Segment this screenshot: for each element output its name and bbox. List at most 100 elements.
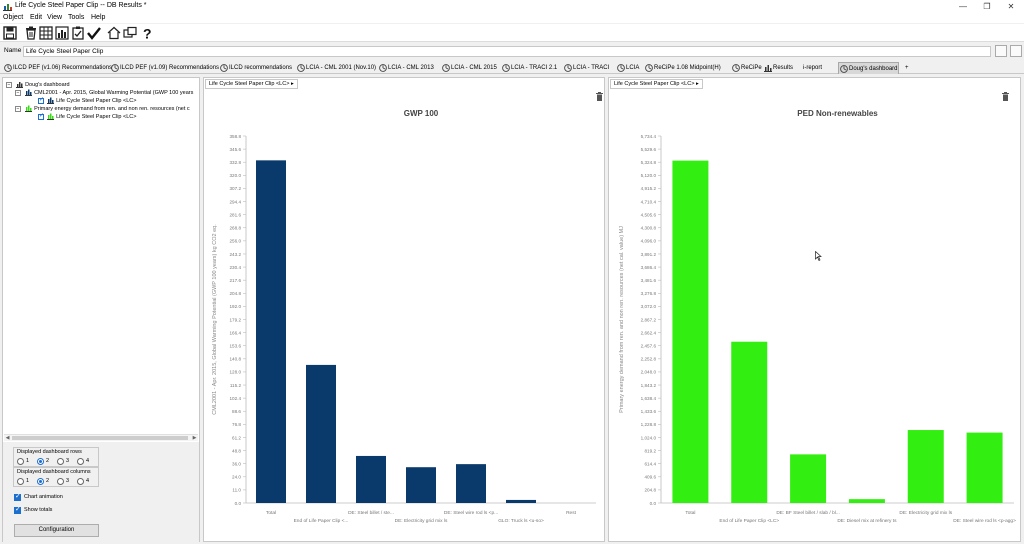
y-tick-label: 48.8 [232,448,241,453]
help-icon[interactable]: ? [140,26,154,42]
rows-radio-1[interactable] [17,458,24,465]
product-selector[interactable]: Life Cycle Steel Paper Clip <LC> ▸ [205,79,298,89]
name-input[interactable]: Life Cycle Steel Paper Clip [23,46,991,57]
y-tick-label: 3,686.4 [641,265,657,270]
delete-icon[interactable] [24,26,38,40]
cols-radio-2[interactable] [37,478,44,485]
menu-help[interactable]: Help [91,14,105,21]
y-tick-label: 3,276.8 [641,291,657,296]
gwp-bar-chart: GWP 100 0.0 11.0 24.0 36.0 48.8 61.2 76.8 88.6 10… [212,109,596,524]
tab-lcia-cml-2001-nov-10[interactable]: LCIA - CML 2001 (Nov.10) [296,62,376,74]
y-tick-label: 4,505.6 [641,212,657,217]
scroll-left-arrow-icon[interactable]: ◀ [4,435,11,442]
y-tick-label: 1,433.6 [641,409,657,414]
tab-lcia[interactable]: LCIA [616,62,639,74]
y-tick-label: 4,096.0 [641,239,657,244]
table-icon[interactable] [39,26,53,40]
scrollbar-thumb[interactable] [12,436,188,440]
chart-bar [848,499,885,503]
save-icon[interactable] [3,26,17,40]
menu-object[interactable]: Object [3,14,23,21]
tab-lcia-cml-2015[interactable]: LCIA - CML 2015 [441,62,497,74]
chart-gauge-icon [840,65,848,73]
tab-results[interactable]: Results [763,62,793,74]
tab-lcia-traci-2-1[interactable]: LCIA - TRACI 2.1 [501,62,557,74]
name-info-button[interactable] [1010,45,1022,57]
menu-view[interactable]: View [47,14,62,21]
y-tick-label: 140.8 [230,357,242,362]
tab-lcia-traci[interactable]: LCIA - TRACI [563,62,609,74]
name-edit-button[interactable] [995,45,1007,57]
application-window: Life Cycle Steel Paper Clip -- DB Result… [0,0,1024,544]
tab-ilcd-pef-v1-09-recommendations[interactable]: ILCD PEF (v1.09) Recommendations [110,62,219,74]
x-tick-label: DE: Steel wire rod ls <p... [444,510,498,516]
chart-bar [306,364,336,503]
x-tick-label: DE: Steel billet / ste... [348,510,394,516]
bar-chart-icon[interactable] [55,26,69,40]
y-tick-label: 614.4 [645,461,657,466]
cols-radio-3[interactable] [57,478,64,485]
tree-checkbox[interactable] [38,112,44,121]
home-icon[interactable] [107,26,121,40]
tab-add[interactable]: + [903,62,909,74]
chart-gauge-icon [111,64,119,72]
x-tick-label: DE: Electricity grid mix ls [395,518,448,524]
tab-ilcd-pef-v1-06-recommendations[interactable]: ILCD PEF (v1.06) Recommendations [3,62,112,74]
y-tick-label: 4,300.8 [641,226,657,231]
tab-doug-s-dashboard[interactable]: Doug's dashboard [838,62,899,74]
tab-label: LCIA - CML 2013 [388,65,434,71]
horizontal-scrollbar[interactable]: ◀ ▶ [4,434,198,441]
dropdown-arrow-icon: ▸ [290,81,294,87]
y-tick-label: 204.8 [645,488,657,493]
maximize-button[interactable]: ❐ [976,0,998,13]
radio-label: 1 [26,458,30,464]
y-tick-label: 2,457.6 [641,344,657,349]
radio-label: 4 [86,458,90,464]
chart-bar [506,499,536,503]
y-tick-label: 192.0 [230,304,242,309]
check-icon[interactable] [87,26,101,40]
minimize-button[interactable]: — [952,0,974,13]
bar-chart-blue-icon [46,97,54,105]
rows-radio-3[interactable] [57,458,64,465]
tree-checkbox[interactable] [38,96,44,105]
rows-radio-2[interactable] [37,458,44,465]
tree-child-ped[interactable]: Life Cycle Steel Paper Clip <LC> [38,112,136,122]
tree-child-label: Life Cycle Steel Paper Clip <LC> [56,98,137,104]
y-tick-label: 102.4 [230,396,242,401]
checklist-icon[interactable] [71,26,85,40]
y-tick-label: 166.4 [230,330,242,335]
tab-label: + [905,65,909,71]
tab-ilcd-recommendations[interactable]: ILCD recommendations [219,62,292,74]
tree-item-label: CML2001 - Apr. 2015, Global Warming Pote… [34,90,194,96]
menu-tools[interactable]: Tools [68,14,84,21]
configuration-button[interactable]: Configuration [14,524,99,537]
scroll-right-arrow-icon[interactable]: ▶ [191,435,198,442]
close-button[interactable]: ✕ [1000,0,1022,13]
menu-edit[interactable]: Edit [30,14,42,21]
chart-animation-checkbox[interactable] [14,492,21,501]
cols-radio-4[interactable] [77,478,84,485]
show-totals-checkbox[interactable] [14,505,21,514]
radio-label: 2 [46,478,50,484]
collapse-icon[interactable]: − [6,81,12,88]
tab-lcia-cml-2013[interactable]: LCIA - CML 2013 [378,62,434,74]
product-selector[interactable]: Life Cycle Steel Paper Clip <LC> ▸ [610,79,703,89]
y-tick-label: 281.6 [230,212,242,217]
ped-bar-chart: PED Non-renewables 0.0 204.8 409.6 614.4 819.… [619,109,1016,524]
tab-recipe-1-08-midpoint-h[interactable]: ReCiPe 1.08 Midpoint(H) [644,62,721,74]
windows-icon[interactable] [123,26,137,40]
chart-title: GWP 100 [404,109,439,118]
product-selector-label: Life Cycle Steel Paper Clip <LC> [614,81,695,87]
tab-label: LCIA - CML 2001 (Nov.10) [306,65,377,71]
tab-recipe[interactable]: ReCiPe [731,62,762,74]
chart-gauge-icon [4,64,12,72]
collapse-icon[interactable]: − [15,105,21,112]
chart-bar [456,464,486,503]
cols-radio-1[interactable] [17,478,24,485]
columns-label: Displayed dashboard columns [17,469,91,475]
y-tick-label: 5,734.4 [641,134,657,139]
rows-radio-4[interactable] [77,458,84,465]
tab-i-report[interactable]: i-report [801,62,822,74]
collapse-icon[interactable]: − [15,89,21,96]
